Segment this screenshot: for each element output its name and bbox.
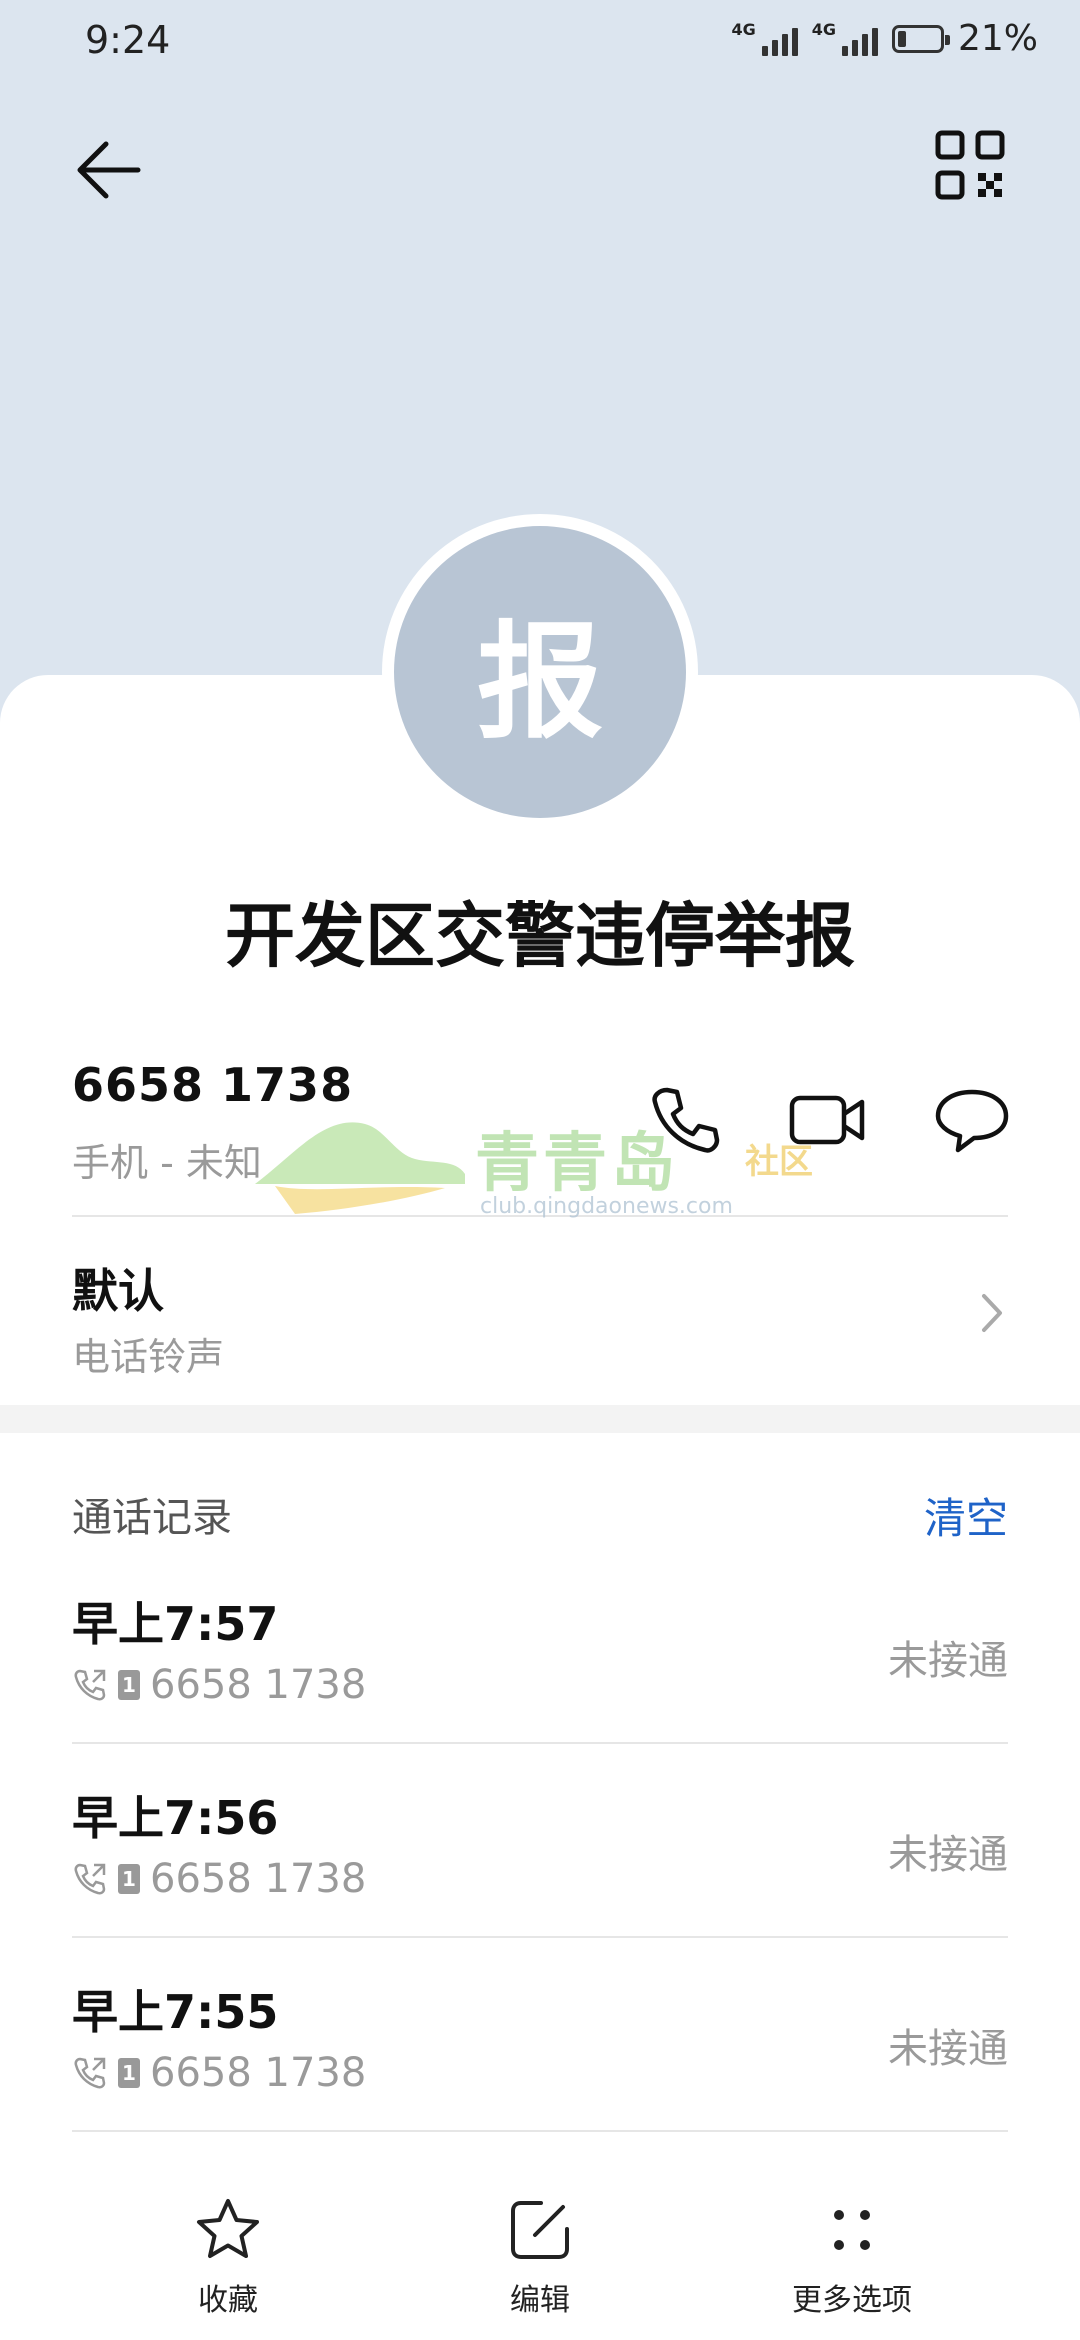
star-icon	[197, 2199, 259, 2258]
sim-card-icon: 1	[118, 2058, 140, 2088]
edit-button[interactable]: 编辑	[410, 2195, 670, 2319]
favorite-button[interactable]: 收藏	[98, 2195, 358, 2319]
entry-number: 6658 1738	[150, 2050, 367, 2096]
sim-card-icon: 1	[118, 1670, 140, 1700]
more-options-button[interactable]: 更多选项	[722, 2195, 982, 2319]
avatar: 报	[394, 526, 686, 818]
edit-label: 编辑	[510, 2283, 570, 2318]
back-button[interactable]	[70, 130, 150, 210]
entry-status: 未接通	[888, 2026, 1008, 2072]
outgoing-call-icon	[74, 2057, 106, 2089]
qr-code-button[interactable]	[930, 125, 1010, 205]
contact-name: 开发区交警违停举报	[225, 895, 855, 977]
call-log-title: 通话记录	[72, 1495, 232, 1541]
battery-icon	[891, 24, 950, 53]
ringtone-subtitle: 电话铃声	[72, 1335, 225, 1379]
battery-percent: 21%	[957, 18, 1038, 59]
edit-icon	[511, 2201, 569, 2259]
phone-type: 手机 - 未知	[72, 1141, 262, 1185]
status-time: 9:24	[85, 18, 171, 62]
status-icons: 4G 4G 21%	[731, 18, 1038, 59]
divider	[72, 1215, 1008, 1217]
entry-details: 1 6658 1738	[72, 1856, 366, 1902]
message-button[interactable]	[932, 1080, 1012, 1160]
phone-icon	[652, 1087, 720, 1153]
divider	[72, 1742, 1008, 1744]
entry-status: 未接通	[888, 1832, 1008, 1878]
list-item[interactable]: 早上7:57 1 6658 1738 未接通	[0, 1560, 1080, 1740]
entry-status: 未接通	[888, 1638, 1008, 1684]
list-item[interactable]: 早上7:56 1 6658 1738 未接通	[0, 1754, 1080, 1934]
favorite-label: 收藏	[198, 2283, 258, 2318]
message-bubble-icon	[935, 1089, 1009, 1153]
ringtone-title: 默认	[72, 1264, 164, 1318]
phone-number[interactable]: 6658 1738	[72, 1058, 353, 1112]
entry-details: 1 6658 1738	[72, 1662, 366, 1708]
outgoing-call-icon	[74, 1863, 106, 1895]
video-camera-icon	[789, 1095, 865, 1145]
sim-card-icon: 1	[118, 1864, 140, 1894]
divider	[72, 2130, 1008, 2132]
qr-code-icon	[935, 130, 1005, 200]
entry-time: 早上7:55	[72, 1985, 279, 2039]
divider	[72, 1936, 1008, 1938]
entry-time: 早上7:56	[72, 1791, 279, 1845]
arrow-left-icon	[77, 141, 141, 199]
call-button[interactable]	[645, 1080, 725, 1160]
chevron-right-icon	[972, 1288, 1012, 1338]
more-dots-icon	[834, 2210, 870, 2250]
clear-button[interactable]: 清空	[924, 1485, 1008, 1546]
list-item[interactable]: 早上7:55 1 6658 1738 未接通	[0, 1948, 1080, 2128]
entry-number: 6658 1738	[150, 1662, 367, 1708]
entry-number: 6658 1738	[150, 1856, 367, 1902]
outgoing-call-icon	[74, 1669, 106, 1701]
more-options-label: 更多选项	[792, 2283, 912, 2318]
section-gap	[0, 1405, 1080, 1433]
entry-details: 1 6658 1738	[72, 2050, 366, 2096]
entry-time: 早上7:57	[72, 1597, 279, 1651]
signal-icon: 4G	[812, 21, 878, 56]
video-call-button[interactable]	[788, 1080, 868, 1160]
signal-icon: 4G	[731, 21, 798, 56]
